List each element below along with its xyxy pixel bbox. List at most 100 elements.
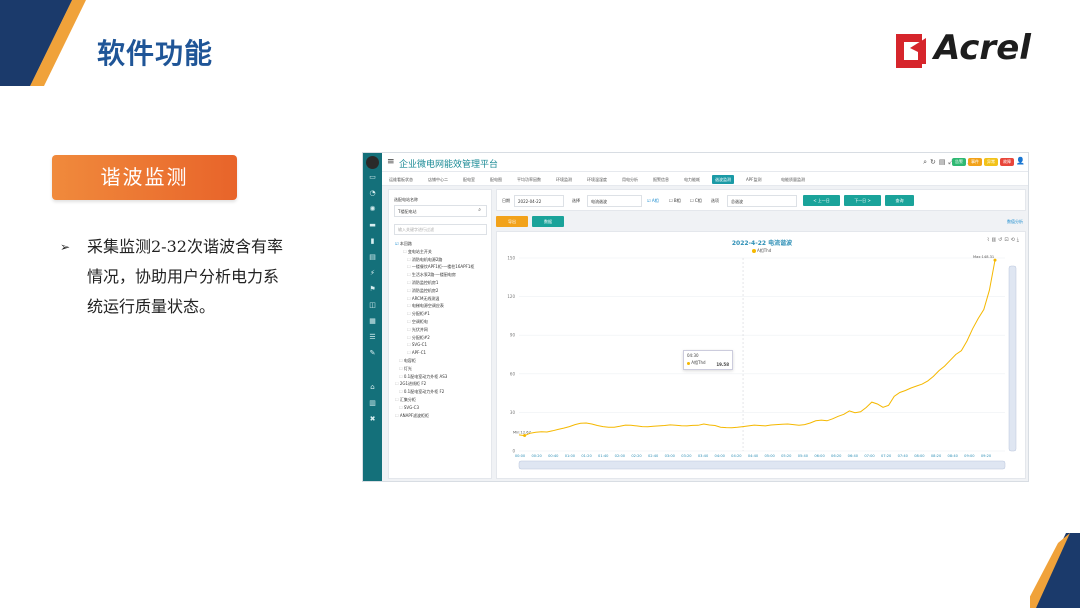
tree-item[interactable]: ☐ ARCM无线测温 <box>407 295 439 303</box>
next-day-button[interactable]: 下一日 > <box>844 195 881 206</box>
fault-pill[interactable]: 故障 <box>1000 158 1014 166</box>
nav-tab[interactable]: 环境监测 <box>553 175 575 184</box>
tree-item-label: 本回路 <box>399 241 412 246</box>
search-icon[interactable]: ⌕ <box>923 158 930 166</box>
nav-tab[interactable]: 电力能耗 <box>681 175 703 184</box>
x-tick-label: 05:20 <box>781 454 792 458</box>
tree-item[interactable]: ☐ 分配柜#2 <box>407 334 430 342</box>
x-tick-label: 01:00 <box>565 454 576 458</box>
home-icon[interactable]: ⌂ <box>363 379 382 395</box>
avatar[interactable] <box>366 156 379 169</box>
min-label: Min:12.67 <box>513 431 531 435</box>
tree-item[interactable]: ☐ 电容柜 <box>399 357 416 365</box>
tree-item[interactable]: ☐ 2G1进线柜 F2 <box>395 380 426 388</box>
alarm-pill[interactable]: 告警 <box>952 158 966 166</box>
phase-b-checkbox[interactable]: ☐ B相 <box>669 198 681 204</box>
nav-tab[interactable]: 用电分析 <box>619 175 641 184</box>
nav-tab[interactable]: APF监测 <box>743 175 764 184</box>
tree-item[interactable]: ☐ 空调柜电 <box>407 318 428 326</box>
x-tick-label: 02:40 <box>648 454 659 458</box>
prev-day-button[interactable]: < 上一日 <box>803 195 840 206</box>
tree-item-label: 0.1配电室动力外柜 F2 <box>403 389 445 395</box>
item-select[interactable]: 总谐波 <box>727 195 797 207</box>
x-tick-label: 02:20 <box>631 454 642 458</box>
refresh-icon[interactable]: ↻ <box>930 158 939 166</box>
tree-item[interactable]: ☐ 生活水泵2路-一楼厨电房 <box>407 271 456 279</box>
tree-item-label: 消防电机电源2路 <box>411 256 443 262</box>
tools-icon[interactable]: ✖ <box>363 411 382 427</box>
nav-tab[interactable]: 报警信息 <box>650 175 672 184</box>
nav-tab[interactable]: 环境温湿度 <box>584 175 610 184</box>
list-icon[interactable]: ☰ <box>363 329 382 345</box>
y-tick-label: 90 <box>510 333 516 338</box>
tree-item-label: 消防监控机房2 <box>411 287 439 293</box>
value-analysis-link[interactable]: 数值分析 <box>1007 219 1023 225</box>
date-input[interactable]: 2022-04-22 <box>514 195 564 207</box>
query-button[interactable]: 查询 <box>885 195 914 206</box>
x-tick-label: 04:40 <box>748 454 759 458</box>
nav-tab[interactable]: 配电图 <box>487 175 505 184</box>
tree-item[interactable]: ☐ 汇集分柜 <box>395 396 416 404</box>
lightning-icon[interactable]: ⚡ <box>363 265 382 281</box>
station-select[interactable]: T楼配电站 <box>394 205 487 217</box>
tree-item[interactable]: ☐ 消防监控机房1 <box>407 279 438 287</box>
table-icon[interactable]: ▦ <box>363 313 382 329</box>
tree-search-input[interactable]: 输入关键字进行过滤 <box>394 224 487 235</box>
y-tick-label: 30 <box>510 410 516 415</box>
tree-item[interactable]: ☑ 本回路 <box>395 240 412 248</box>
nav-tab[interactable]: 运维看板状态 <box>386 175 416 184</box>
flag-icon[interactable]: ⚑ <box>363 281 382 297</box>
layers-icon[interactable]: ◫ <box>363 297 382 313</box>
folder-icon[interactable]: ▬ <box>363 217 382 233</box>
tree-item-label: 汇集分柜 <box>399 397 416 402</box>
abnormal-pill[interactable]: 异常 <box>984 158 998 166</box>
menu-icon[interactable]: ≡ <box>387 157 395 167</box>
horizontal-zoom-slider <box>518 460 1006 470</box>
search-icon[interactable]: ⌕ <box>478 207 481 213</box>
tree-item[interactable]: ☐ SVG-C3 <box>399 404 419 412</box>
tree-item[interactable]: ☐ 分配柜#1 <box>407 310 430 318</box>
x-tick-label: 00:00 <box>515 454 526 458</box>
tree-item[interactable]: ☐ 0.1配电室动力外柜 F2 <box>399 388 444 396</box>
tree-item[interactable]: ☐ 灯光 <box>399 365 412 373</box>
x-tick-label: 09:00 <box>964 454 975 458</box>
export-button[interactable]: 导出 <box>496 216 528 227</box>
slide: 软件功能 Acrel 谐波监测 ➢ 采集监测2-32次谐波含有率 情况，协助用户… <box>0 0 1080 608</box>
tree-item[interactable]: ☐ 消防电机电源2路 <box>407 256 442 264</box>
tree-item[interactable]: ☐ SVG-C1 <box>407 341 427 349</box>
y-tick-label: 60 <box>510 371 516 376</box>
monitor-icon[interactable]: ▭ <box>363 169 382 185</box>
nav-tab[interactable]: 店铺中心二 <box>425 175 451 184</box>
max-point <box>993 258 997 262</box>
tree-item[interactable]: ☐ 光伏并网 <box>407 326 428 334</box>
phase-c-checkbox[interactable]: ☐ C相 <box>690 198 702 204</box>
tree-item[interactable]: ☐ ANAPF滤波柜柜 <box>395 412 429 420</box>
gear-icon[interactable]: ✺ <box>363 201 382 217</box>
tree-item[interactable]: ☐ 一楼餐饮APF1柜-一楼柱16APF1柜 <box>407 263 474 271</box>
event-pill[interactable]: 事件 <box>968 158 982 166</box>
x-tick-label: 01:20 <box>581 454 592 458</box>
harmonic-type-select[interactable]: 电流谐波 <box>587 195 642 207</box>
nav-tab[interactable]: 配电室 <box>460 175 478 184</box>
tooltip-time: 04:30 <box>687 353 699 358</box>
nav-tabs: 运维看板状态 店铺中心二 配电室 配电图 平均功率因数 环境监测 环境温湿度 用电分析 报警信息… <box>382 172 1028 186</box>
phase-a-checkbox[interactable]: ☑ A相 <box>647 198 659 204</box>
chart-icon[interactable]: ◔ <box>363 185 382 201</box>
nav-tab[interactable]: 平均功率因数 <box>514 175 544 184</box>
x-tick-label: 09:20 <box>981 454 992 458</box>
tree-item[interactable]: ☐ 消防监控机房2 <box>407 287 438 295</box>
bar-icon[interactable]: ▮ <box>363 233 382 249</box>
building-icon[interactable]: ▥ <box>363 395 382 411</box>
tree-item[interactable]: ☐ 电梯电源空调应表 <box>407 302 444 310</box>
tree-item[interactable]: ☐ 变电站主开关 <box>403 248 432 256</box>
tree-item[interactable]: ☐ APF-C1 <box>407 349 426 357</box>
nav-tab[interactable]: 谐波监测 <box>712 175 734 184</box>
data-button[interactable]: 数据 <box>532 216 564 227</box>
tree-item[interactable]: ☐ 0.1配电室动力外柜 AS3 <box>399 373 447 381</box>
edit-icon[interactable]: ✎ <box>363 345 382 361</box>
user-icon[interactable]: 👤 <box>1016 157 1025 165</box>
nav-tab[interactable]: 电能质量监测 <box>778 175 808 184</box>
tree-item-label: 一楼餐饮APF1柜-一楼柱16APF1柜 <box>411 264 475 270</box>
line-chart[interactable]: 0 30 60 90 120 150 00:00 00:20 00:40 01:00 01:20 01… <box>497 232 1027 480</box>
doc-icon[interactable]: ▤ <box>363 249 382 265</box>
